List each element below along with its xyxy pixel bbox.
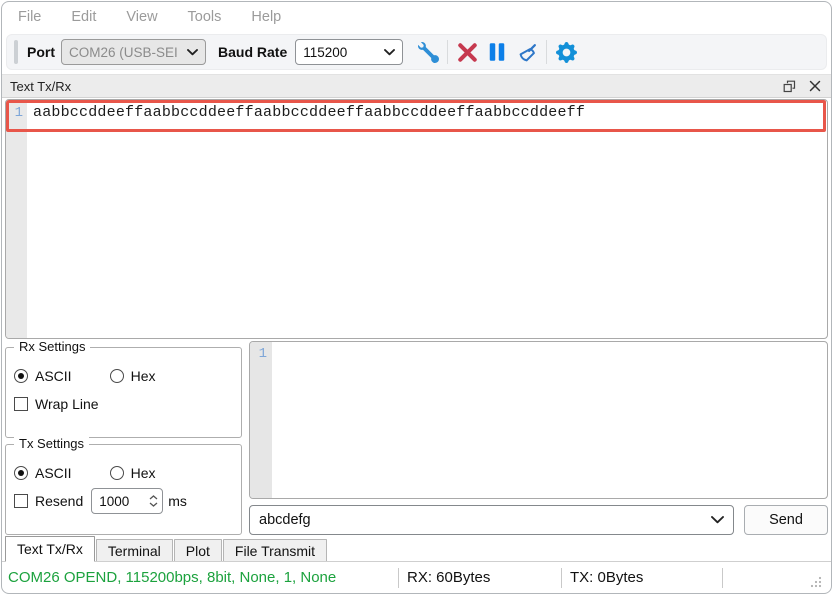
tx-ascii-radio[interactable] (14, 466, 28, 480)
menu-edit[interactable]: Edit (71, 9, 96, 25)
tx-ascii-label: ASCII (35, 465, 72, 481)
baud-rate-value: 115200 (303, 45, 347, 60)
spin-up-icon[interactable] (149, 495, 158, 500)
send-input-combobox[interactable]: abcdefg (249, 505, 734, 535)
tab-plot[interactable]: Plot (174, 539, 222, 561)
clear-icon[interactable] (512, 38, 542, 66)
settings-gear-icon[interactable] (551, 38, 581, 66)
lower-section: Rx Settings ASCII Hex Wrap Line Tx Setti… (2, 339, 831, 535)
line-number-gutter: 1 (6, 100, 27, 338)
tab-text-tx-rx[interactable]: Text Tx/Rx (5, 536, 95, 562)
rx-settings-group: Rx Settings ASCII Hex Wrap Line (5, 347, 242, 438)
toolbar: Port COM26 (USB-SEI Baud Rate 115200 (6, 34, 827, 70)
rx-data-line: aabbccddeeffaabbccddeeffaabbccddeeffaabb… (33, 104, 585, 121)
bottom-tab-bar: Text Tx/Rx Terminal Plot File Transmit (2, 535, 831, 562)
tx-hex-label: Hex (131, 465, 156, 481)
menu-view[interactable]: View (126, 9, 157, 25)
close-port-icon[interactable] (452, 38, 482, 66)
port-label: Port (27, 44, 55, 60)
pause-icon[interactable] (482, 38, 512, 66)
settings-column: Rx Settings ASCII Hex Wrap Line Tx Setti… (5, 341, 242, 535)
rx-byte-count: RX: 60Bytes (399, 569, 561, 586)
app-window: File Edit View Tools Help Port COM26 (US… (1, 1, 832, 594)
tx-byte-count: TX: 0Bytes (562, 569, 722, 586)
status-bar: COM26 OPEND, 115200bps, 8bit, None, 1, N… (2, 562, 831, 593)
port-value: COM26 (USB-SEI (69, 45, 178, 60)
dock-panel-header: Text Tx/Rx (2, 74, 831, 98)
interval-unit-label: ms (168, 493, 187, 509)
chevron-down-icon (181, 49, 198, 56)
menu-file[interactable]: File (18, 9, 41, 25)
status-separator (722, 568, 723, 588)
send-input-value: abcdefg (259, 512, 311, 528)
toolbar-area: Port COM26 (USB-SEI Baud Rate 115200 (2, 32, 831, 74)
tx-settings-title: Tx Settings (14, 436, 89, 451)
menu-help[interactable]: Help (251, 9, 281, 25)
spin-down-icon[interactable] (149, 502, 158, 507)
rx-text-area[interactable]: 1 aabbccddeeffaabbccddeeffaabbccddeeffaa… (5, 99, 828, 339)
baud-rate-combobox[interactable]: 115200 (295, 39, 403, 65)
send-button[interactable]: Send (744, 505, 828, 535)
port-combobox[interactable]: COM26 (USB-SEI (61, 39, 206, 65)
rx-ascii-label: ASCII (35, 368, 72, 384)
baud-rate-label: Baud Rate (218, 44, 287, 60)
send-row: abcdefg Send (249, 505, 828, 535)
menu-bar: File Edit View Tools Help (2, 2, 831, 32)
menu-tools[interactable]: Tools (188, 9, 222, 25)
toolbar-separator (447, 40, 448, 64)
tab-terminal[interactable]: Terminal (96, 539, 173, 561)
line-number: 1 (259, 346, 267, 362)
connection-status: COM26 OPEND, 115200bps, 8bit, None, 1, N… (8, 569, 398, 586)
chevron-down-icon (378, 49, 395, 56)
chevron-down-icon (711, 516, 724, 524)
rx-hex-radio[interactable] (110, 369, 124, 383)
tx-text-area[interactable]: 1 (249, 341, 828, 499)
tab-file-transmit[interactable]: File Transmit (223, 539, 327, 561)
tx-hex-radio[interactable] (110, 466, 124, 480)
tx-settings-group: Tx Settings ASCII Hex Resend 1000 (5, 444, 242, 535)
resend-checkbox[interactable] (14, 494, 28, 508)
wrap-line-checkbox[interactable] (14, 397, 28, 411)
resend-interval-value: 1000 (99, 494, 149, 509)
line-number: 1 (15, 105, 23, 121)
resend-interval-stepper[interactable]: 1000 (91, 488, 163, 514)
rx-hex-label: Hex (131, 368, 156, 384)
float-panel-icon[interactable] (781, 78, 797, 94)
wrap-line-label: Wrap Line (35, 396, 99, 412)
tx-column: 1 abcdefg Send (249, 341, 828, 535)
toolbar-separator (546, 40, 547, 64)
rx-settings-title: Rx Settings (14, 339, 90, 354)
line-number-gutter: 1 (250, 342, 272, 498)
resend-label: Resend (35, 493, 83, 509)
resize-grip-icon[interactable] (809, 575, 823, 589)
panel-title: Text Tx/Rx (10, 79, 71, 94)
wrench-icon[interactable] (413, 38, 443, 66)
close-panel-icon[interactable] (807, 78, 823, 94)
toolbar-drag-handle[interactable] (14, 40, 18, 64)
rx-ascii-radio[interactable] (14, 369, 28, 383)
